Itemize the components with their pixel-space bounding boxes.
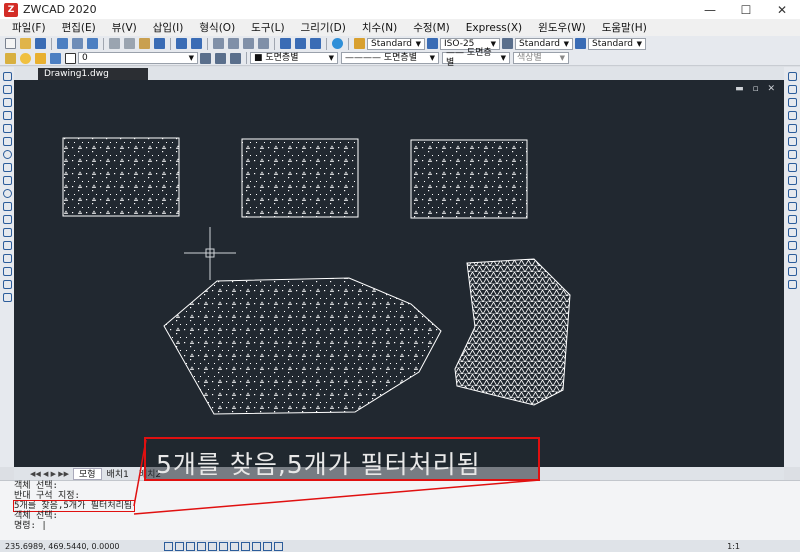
osnap-icon[interactable] — [208, 541, 217, 551]
annotation-scale[interactable]: 1:1 — [727, 542, 740, 551]
ortho-icon[interactable] — [186, 541, 195, 551]
lineweight-icon[interactable] — [241, 541, 250, 551]
snap-icon[interactable] — [164, 541, 173, 551]
callout-connector — [133, 439, 541, 515]
grid-icon[interactable] — [175, 541, 184, 551]
transparency-icon[interactable] — [252, 541, 261, 551]
dyn-icon[interactable] — [230, 541, 239, 551]
quick-properties-icon[interactable] — [274, 541, 283, 551]
coordinate-readout: 235.6989, 469.5440, 0.0000 — [5, 541, 120, 551]
status-bar: 235.6989, 469.5440, 0.0000 1:1 — [0, 540, 800, 552]
selection-cycling-icon[interactable] — [263, 541, 272, 551]
zwcad-window: Z ZWCAD 2020 — ☐ ✕ 파일(F) 편집(E) 뷰(V) 삽입(I… — [0, 0, 800, 552]
otrack-icon[interactable] — [219, 541, 228, 551]
polar-icon[interactable] — [197, 541, 206, 551]
